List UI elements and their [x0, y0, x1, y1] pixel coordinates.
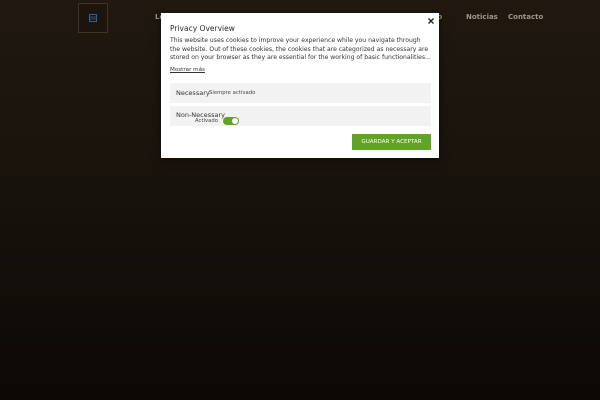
toggle-label: Activado [195, 118, 218, 124]
save-accept-button[interactable]: GUARDAR Y ACEPTAR [352, 134, 431, 150]
close-icon [428, 18, 434, 24]
cookie-modal: Privacy Overview This website uses cooki… [161, 13, 439, 158]
category-necessary[interactable]: Necessary Siempre activado [170, 83, 431, 103]
non-necessary-toggle[interactable] [223, 117, 239, 125]
category-non-necessary[interactable]: Non-Necessary Activado [170, 106, 431, 126]
close-button[interactable] [426, 16, 436, 26]
category-status: Siempre activado [209, 90, 256, 96]
modal-description: This website uses cookies to improve you… [170, 37, 431, 62]
category-label: Necessary [176, 89, 210, 97]
show-more-link[interactable]: Mostrar más [170, 67, 205, 73]
toggle-knob [232, 118, 238, 124]
modal-title: Privacy Overview [170, 24, 235, 33]
